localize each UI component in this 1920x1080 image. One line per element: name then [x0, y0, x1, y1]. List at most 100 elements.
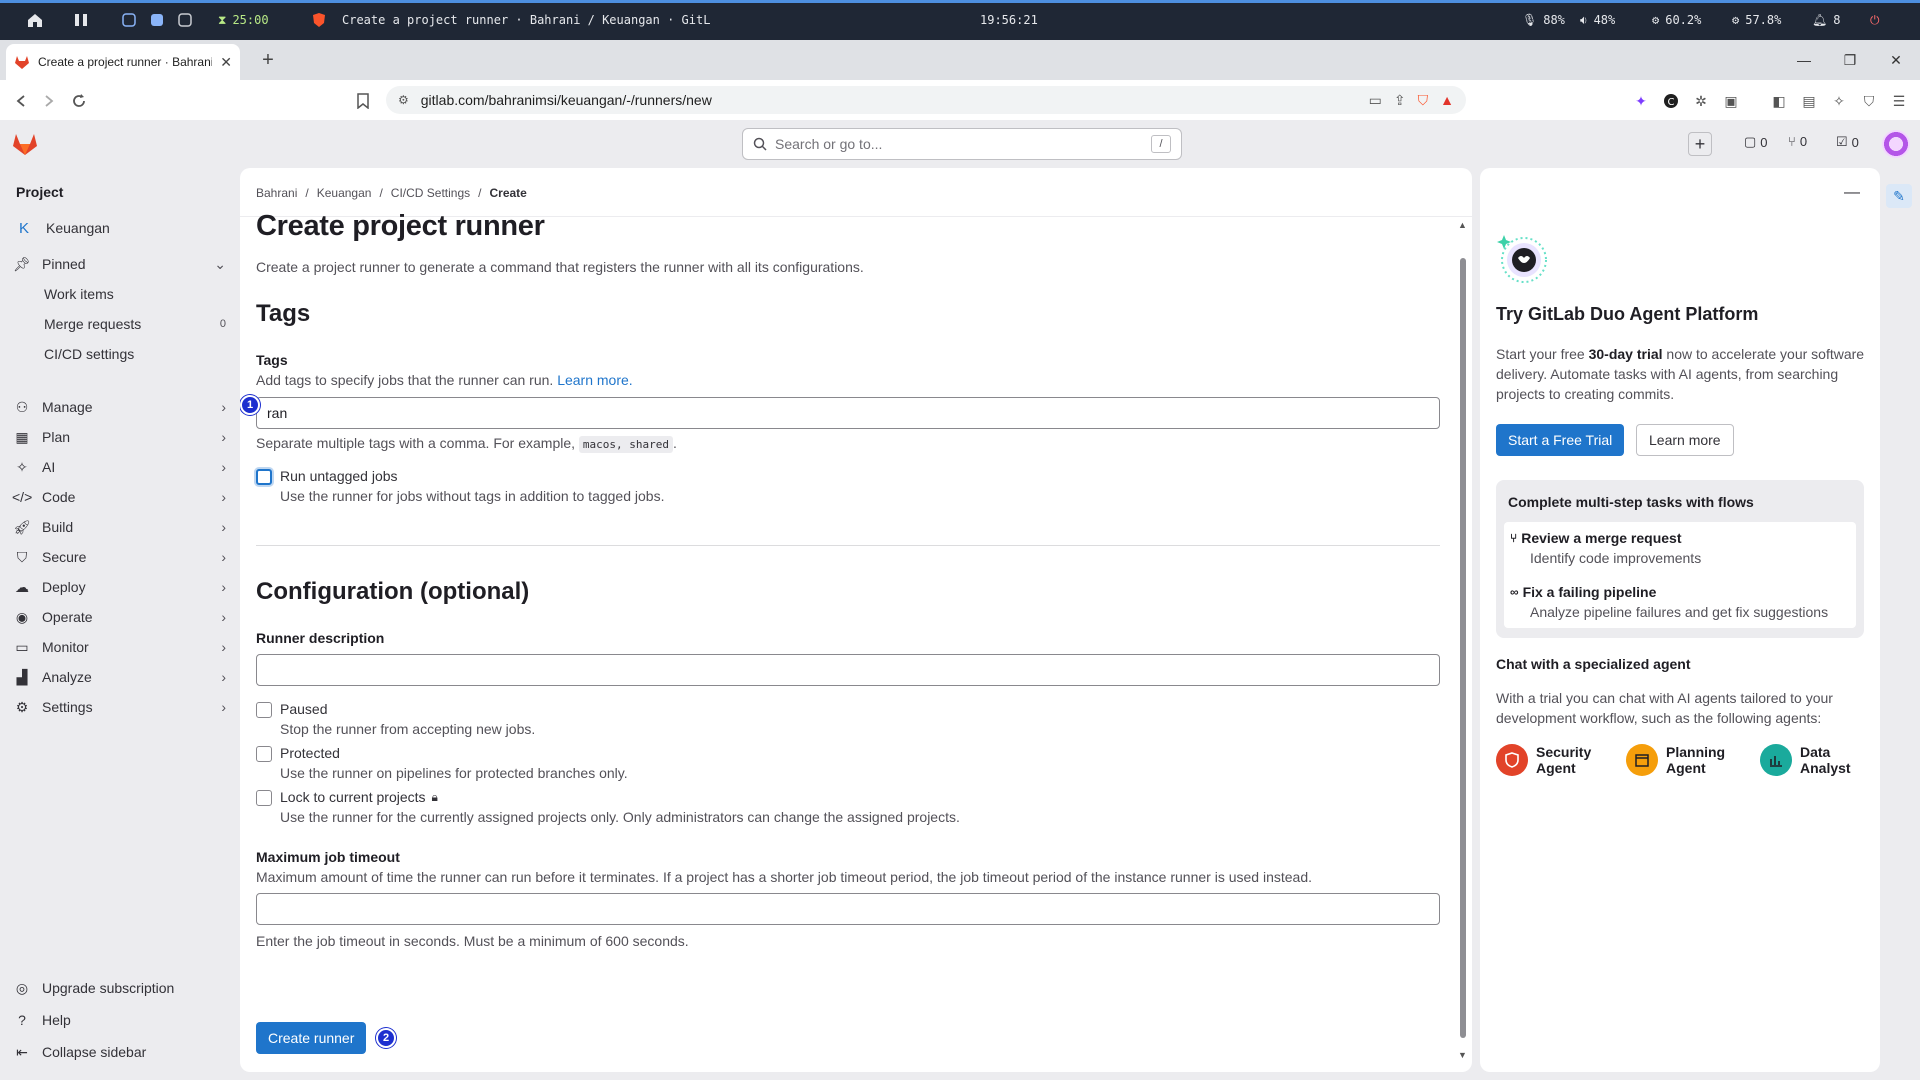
extensions-icon[interactable]: ✲: [1688, 88, 1714, 114]
pause-icon[interactable]: [72, 0, 90, 40]
flow-review-mr[interactable]: ⑂ Review a merge request: [1510, 530, 1682, 546]
chevron-right-icon: ›: [221, 399, 226, 415]
url-text[interactable]: gitlab.com/bahranimsi/keuangan/-/runners…: [421, 92, 712, 108]
sidebar-item-monitor[interactable]: ▭ Monitor ›: [12, 633, 226, 661]
security-agent[interactable]: Security Agent: [1496, 744, 1591, 776]
site-settings-icon[interactable]: ⚙: [398, 93, 409, 107]
workspace-1-icon[interactable]: [122, 0, 136, 40]
sidebar-item-secure[interactable]: ⛉ Secure ›: [12, 543, 226, 571]
workspace-2-icon[interactable]: [150, 0, 164, 40]
accent-strip: [0, 0, 1920, 3]
sidebar-item-deploy[interactable]: ☁ Deploy ›: [12, 573, 226, 601]
breadcrumb-cicd-settings[interactable]: CI/CD Settings: [391, 186, 470, 200]
runner-description-input[interactable]: [256, 654, 1440, 686]
vpn-shield-icon[interactable]: ⛉: [1856, 88, 1882, 114]
breadcrumb-keuangan[interactable]: Keuangan: [317, 186, 372, 200]
sidebar-item-manage[interactable]: ⚇ Manage ›: [12, 393, 226, 421]
mic-status[interactable]: 🎙︎ 88%: [1522, 0, 1565, 40]
collapse-sidebar-button[interactable]: ⇤ Collapse sidebar: [12, 1038, 226, 1066]
sidebar-item-merge-requests[interactable]: Merge requests 0: [44, 310, 226, 338]
learn-more-button[interactable]: Learn more: [1636, 424, 1734, 456]
browser-tab[interactable]: Create a project runner · Bahrani ✕: [6, 44, 240, 80]
tab-search-icon[interactable]: ▣: [1718, 88, 1744, 114]
planning-agent[interactable]: Planning Agent: [1626, 744, 1725, 776]
upgrade-subscription-link[interactable]: ◎ Upgrade subscription: [12, 974, 226, 1002]
home-icon[interactable]: [26, 0, 44, 40]
sidebar-project-switcher[interactable]: K Keuangan: [12, 214, 226, 242]
help-link[interactable]: ? Help: [12, 1006, 226, 1034]
protected-checkbox[interactable]: [256, 746, 272, 762]
power-icon[interactable]: ⏻: [1870, 0, 1880, 40]
assigned-issues-button[interactable]: ▢ 0: [1744, 134, 1768, 150]
protected-label[interactable]: Protected: [280, 745, 340, 761]
run-untagged-checkbox[interactable]: [256, 469, 272, 485]
scroll-down-arrow[interactable]: ▼: [1458, 1050, 1467, 1060]
tags-learn-more-link[interactable]: Learn more.: [557, 372, 632, 388]
brave-rewards-icon[interactable]: ▲: [1440, 92, 1454, 108]
brave-shields-icon[interactable]: ⛉: [1418, 92, 1429, 109]
user-avatar[interactable]: [1882, 130, 1910, 158]
share-icon[interactable]: ⇪: [1394, 92, 1406, 109]
menu-icon[interactable]: ☰: [1886, 88, 1912, 114]
ai-icon: ✧: [16, 458, 28, 475]
duo-chat-icon[interactable]: ✎: [1886, 184, 1912, 208]
sidebar-pinned-section[interactable]: 📌︎ Pinned ⌄: [12, 250, 226, 278]
reload-icon[interactable]: [66, 88, 92, 114]
todos-button[interactable]: ☑ 0: [1836, 134, 1859, 150]
extension-c-icon[interactable]: C: [1658, 88, 1684, 114]
data-analyst-agent[interactable]: Data Analyst: [1760, 744, 1851, 776]
start-free-trial-button[interactable]: Start a Free Trial: [1496, 424, 1625, 456]
scroll-up-arrow[interactable]: ▲: [1458, 220, 1467, 230]
max-timeout-input[interactable]: [256, 893, 1440, 925]
pomodoro-timer[interactable]: ⧗ 25:00: [218, 0, 269, 40]
volume-status[interactable]: 🔉︎ 48%: [1580, 0, 1615, 40]
breadcrumb-bahrani[interactable]: Bahrani: [256, 186, 297, 200]
tags-input[interactable]: ran: [256, 397, 1440, 429]
new-tab-button[interactable]: +: [256, 48, 280, 72]
lock-to-projects-label[interactable]: Lock to current projects 🔒︎: [280, 789, 438, 805]
sidebar-item-code[interactable]: </> Code ›: [12, 483, 226, 511]
close-window-icon[interactable]: ✕: [1882, 48, 1910, 72]
workspace-3-icon[interactable]: [178, 0, 192, 40]
close-tab-icon[interactable]: ✕: [220, 54, 232, 71]
lock-to-projects-checkbox[interactable]: [256, 790, 272, 806]
wallet-icon[interactable]: ▤: [1796, 88, 1822, 114]
forward-icon[interactable]: [36, 88, 62, 114]
leo-ai-icon[interactable]: ✦: [1628, 88, 1654, 114]
merge-requests-button[interactable]: ⑂ 0: [1788, 134, 1807, 149]
sidebar-item-settings[interactable]: ⚙ Settings ›: [12, 693, 226, 721]
minimize-icon[interactable]: —: [1790, 48, 1818, 72]
sidebar-item-operate[interactable]: ◉ Operate ›: [12, 603, 226, 631]
create-new-button[interactable]: +: [1688, 132, 1712, 156]
sidebar-item-analyze[interactable]: ▟ Analyze ›: [12, 663, 226, 691]
sidebar-item-cicd-settings[interactable]: CI/CD settings: [44, 340, 226, 368]
back-icon[interactable]: [8, 88, 34, 114]
paused-label[interactable]: Paused: [280, 701, 327, 717]
create-runner-button[interactable]: Create runner: [256, 1022, 367, 1054]
scrollbar-thumb[interactable]: [1460, 258, 1466, 1038]
sidebar-item-work-items[interactable]: Work items: [44, 280, 226, 308]
address-bar[interactable]: ⚙ gitlab.com/bahranimsi/keuangan/-/runne…: [386, 86, 1466, 114]
run-untagged-label[interactable]: Run untagged jobs: [280, 468, 398, 484]
notifications[interactable]: 🔔︎ 8: [1812, 0, 1840, 40]
cast-icon[interactable]: ▭: [1369, 92, 1382, 109]
ai-sparkle-icon[interactable]: ✧: [1826, 88, 1852, 114]
flow-fix-pipeline[interactable]: ∞ Fix a failing pipeline: [1510, 584, 1656, 600]
gitlab-logo-icon[interactable]: [12, 132, 38, 156]
flows-card: Complete multi-step tasks with flows ⑂ Re…: [1496, 480, 1864, 638]
configuration-heading: Configuration (optional): [256, 578, 530, 605]
paused-checkbox[interactable]: [256, 702, 272, 718]
bookmark-icon[interactable]: [350, 88, 376, 114]
sidebar-item-plan[interactable]: ▦ Plan ›: [12, 423, 226, 451]
lock-icon: 🔒︎: [431, 789, 438, 804]
search-box[interactable]: Search or go to... /: [742, 128, 1182, 160]
issues-icon: ▢: [1744, 134, 1757, 149]
help-icon: ?: [18, 1012, 26, 1028]
planning-agent-icon: [1626, 744, 1658, 776]
maximize-icon[interactable]: ❐: [1836, 48, 1864, 72]
sidebar-toggle-icon[interactable]: ◧: [1766, 88, 1792, 114]
sidebar-item-build[interactable]: 🚀︎ Build ›: [12, 513, 226, 541]
minimize-panel-icon[interactable]: —: [1844, 184, 1860, 202]
tags-example: macos, shared: [578, 436, 674, 453]
sidebar-item-ai[interactable]: ✧ AI ›: [12, 453, 226, 481]
